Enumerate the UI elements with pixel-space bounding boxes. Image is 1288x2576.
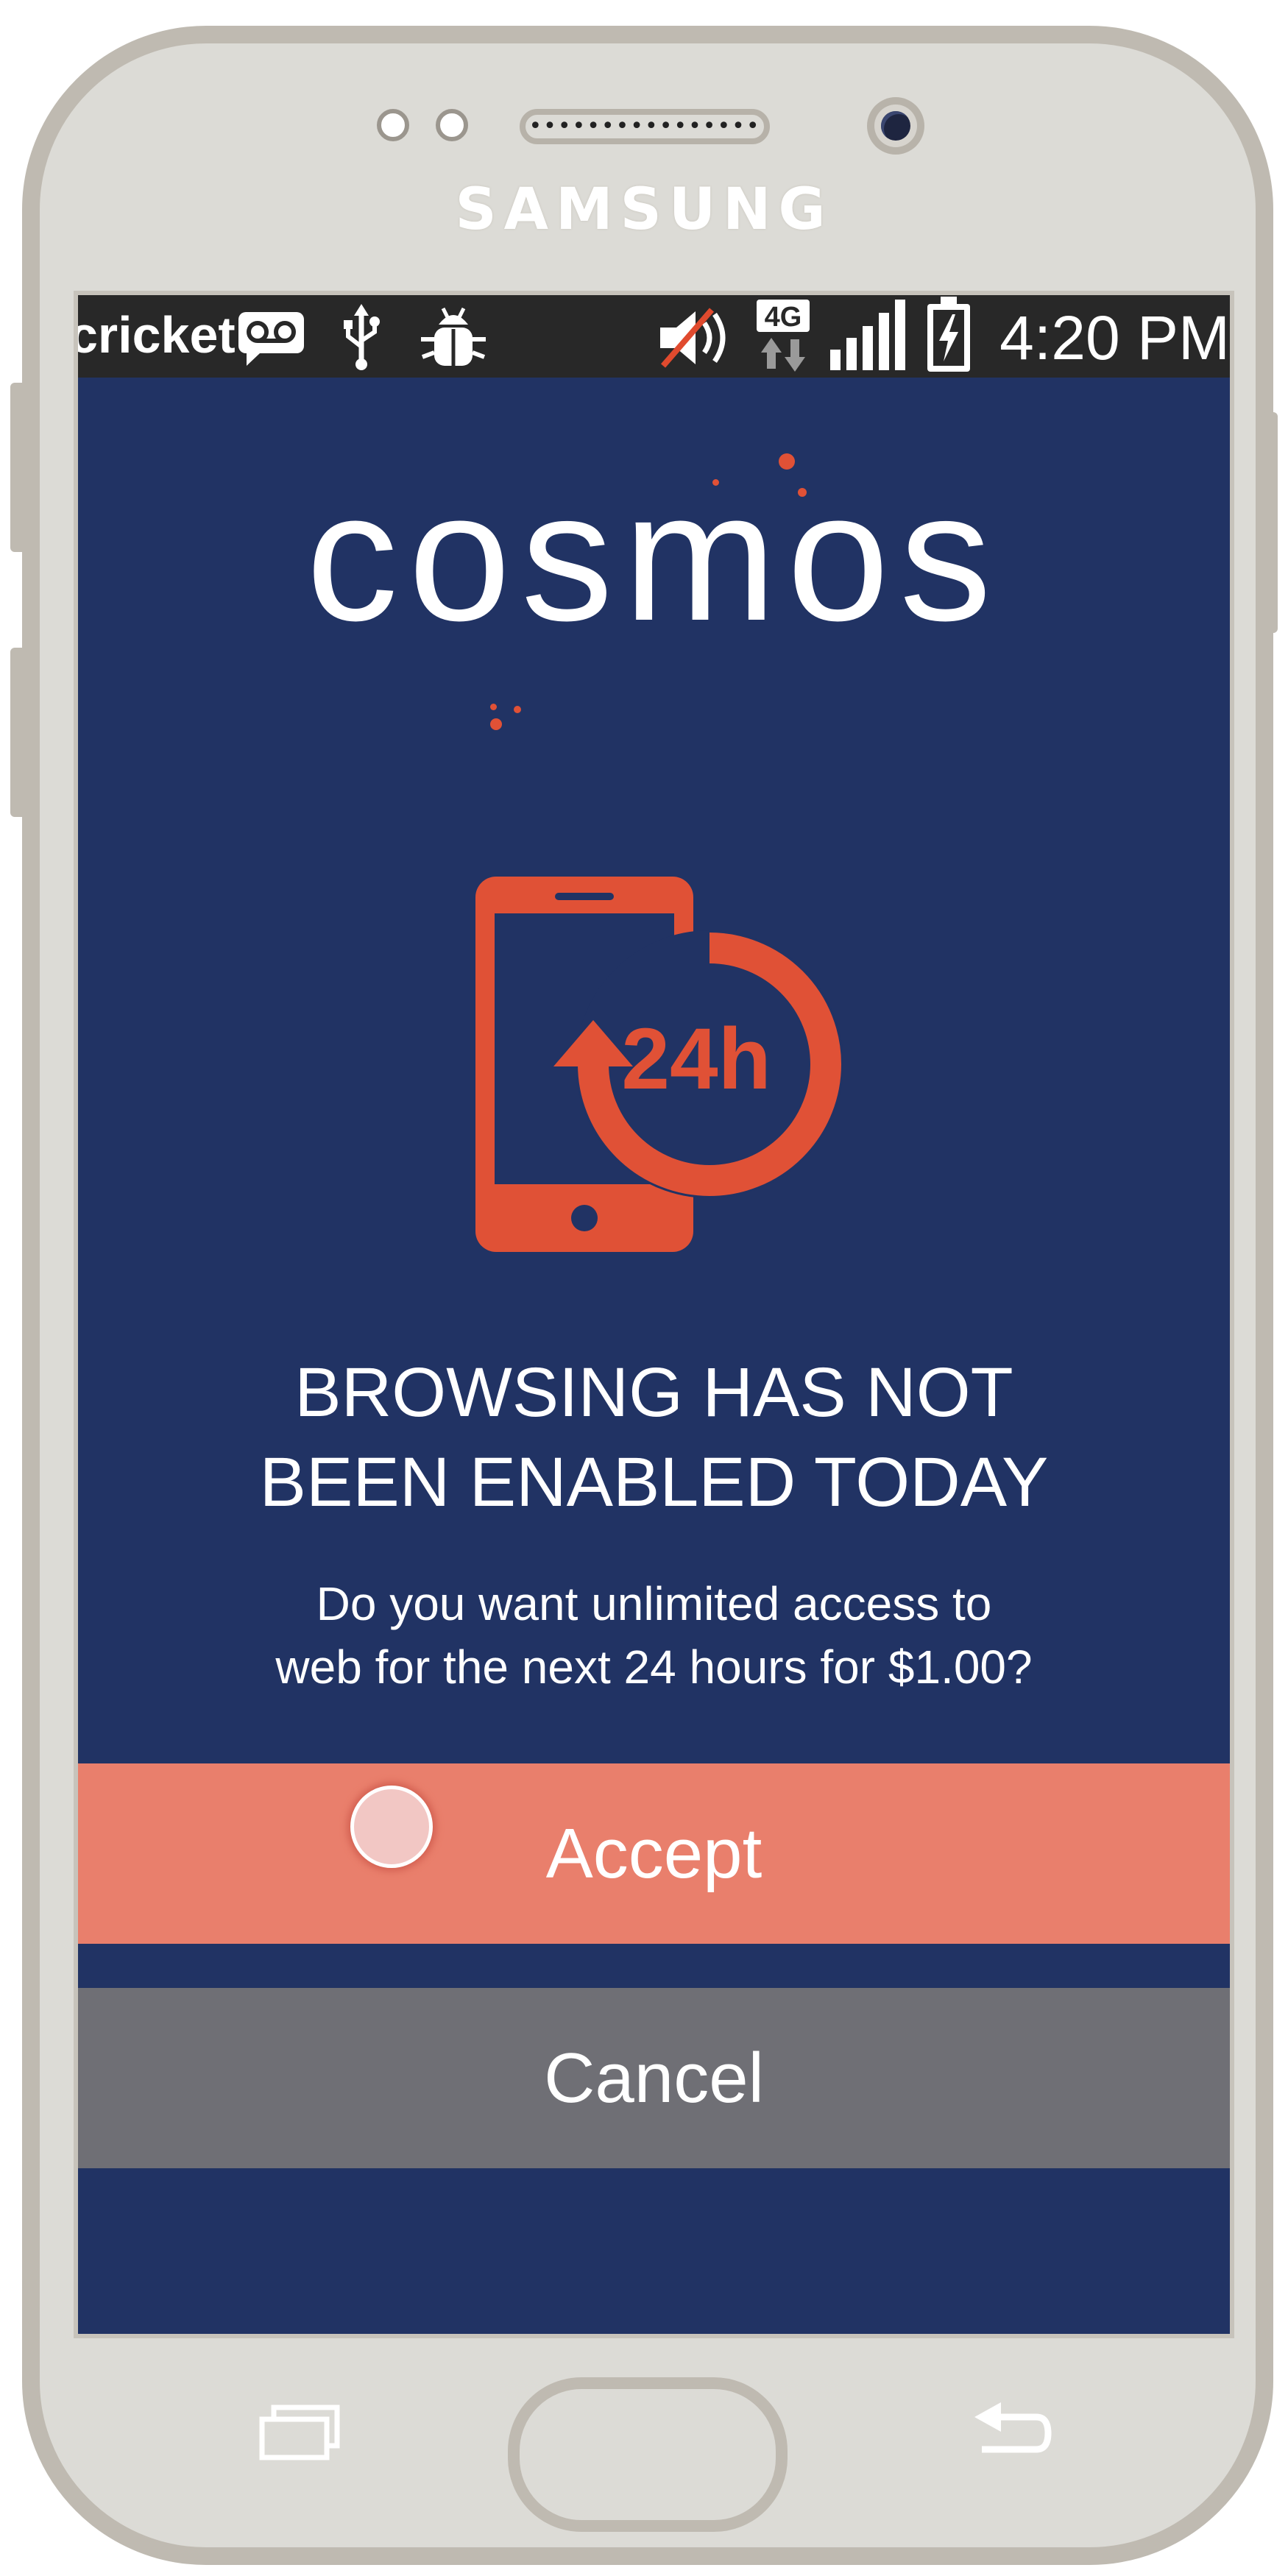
power-key[interactable] (1262, 412, 1278, 633)
device-brand: SAMSUNG (455, 177, 833, 243)
usb-icon (344, 304, 380, 370)
home-button[interactable] (508, 2377, 788, 2532)
headline: BROWSING HAS NOT BEEN ENABLED TODAY (78, 1348, 1230, 1527)
touch-indicator (350, 1786, 433, 1868)
debug-bug-icon (421, 307, 486, 366)
logo-dot (490, 718, 502, 730)
proximity-sensor (377, 109, 409, 141)
logo-dot (514, 706, 521, 713)
hero-icon-label: 24h (621, 1011, 771, 1108)
status-bar: cricket 4G 4:20 PM (78, 295, 1230, 378)
logo-dot (490, 704, 497, 710)
volume-up-key[interactable] (10, 383, 26, 552)
muted-volume-icon (660, 308, 726, 368)
headline-line-2: BEEN ENABLED TODAY (259, 1443, 1049, 1521)
voicemail-icon (238, 312, 304, 366)
accept-button[interactable]: Accept (78, 1763, 1230, 1944)
signal-bars-icon (830, 300, 905, 370)
status-time: 4:20 PM (999, 303, 1230, 372)
screen: cricket 4G 4:20 PM cosmos 24h BROWSING H… (74, 291, 1234, 2338)
network-type: 4G (765, 302, 802, 333)
phone-24h-icon: 24h (475, 877, 843, 1252)
cosmos-logo: cosmos (305, 453, 1002, 659)
volume-down-key[interactable] (10, 648, 26, 817)
headline-line-1: BROWSING HAS NOT (294, 1354, 1013, 1432)
battery-charging-icon (927, 297, 970, 372)
speaker-grille: •••••••••••••••• (528, 113, 761, 139)
offer-line-2: web for the next 24 hours for $1.00? (275, 1641, 1033, 1694)
cancel-button[interactable]: Cancel (78, 1988, 1230, 2168)
offer-line-1: Do you want unlimited access to (316, 1577, 992, 1630)
back-icon[interactable] (972, 2399, 1052, 2466)
logo-dot (779, 453, 795, 470)
earpiece-speaker: •••••••••••••••• (520, 109, 770, 144)
offer-description: Do you want unlimited access to web for … (78, 1572, 1230, 1699)
front-camera (867, 97, 924, 155)
logo-dot (712, 479, 719, 486)
logo-dot (798, 488, 807, 497)
data-arrows-icon: 4G (757, 300, 810, 372)
carrier-label: cricket (74, 306, 236, 364)
light-sensor (436, 109, 468, 141)
recent-apps-icon[interactable] (258, 2403, 342, 2462)
